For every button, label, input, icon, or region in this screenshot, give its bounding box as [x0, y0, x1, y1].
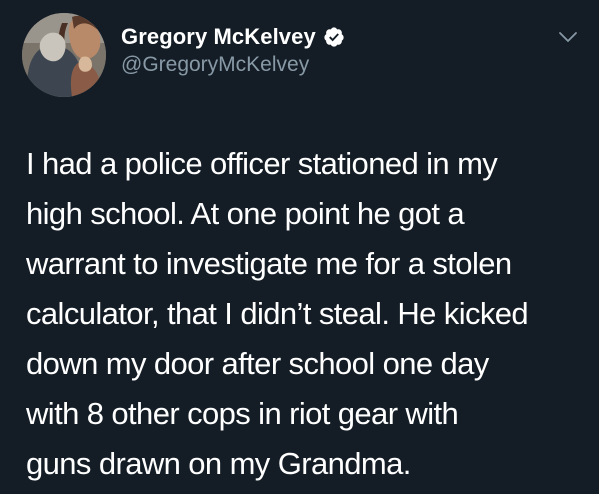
user-handle[interactable]: @GregoryMcKelvey: [121, 53, 345, 77]
avatar[interactable]: [22, 13, 106, 97]
avatar-photo: [22, 13, 106, 97]
chevron-down-icon[interactable]: [557, 30, 579, 44]
verified-badge-icon: [323, 26, 345, 48]
tweet-card: Gregory McKelvey @GregoryMcKelvey I had …: [0, 0, 599, 494]
tweet-text: I had a police officer stationed in my h…: [26, 146, 529, 481]
display-name[interactable]: Gregory McKelvey: [121, 24, 316, 50]
tweet-header: Gregory McKelvey @GregoryMcKelvey: [121, 23, 345, 77]
name-row: Gregory McKelvey: [121, 23, 345, 51]
